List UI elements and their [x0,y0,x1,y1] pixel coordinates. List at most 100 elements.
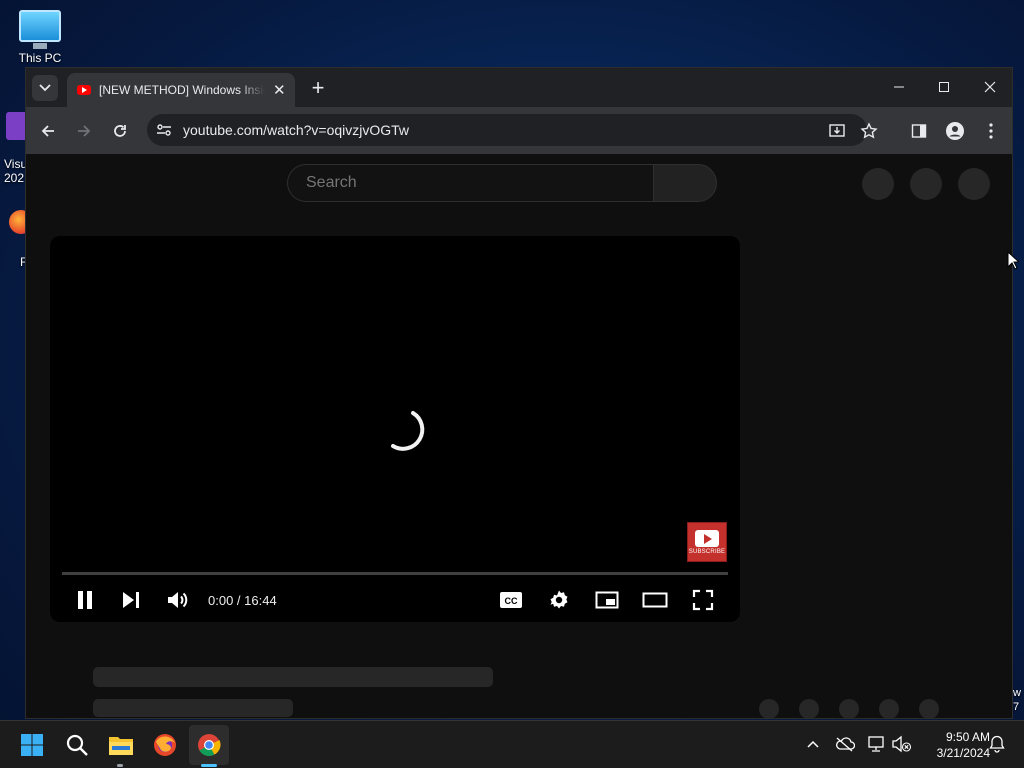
firefox-button[interactable] [145,725,185,765]
network-icon [868,736,884,752]
avatar-placeholder [958,168,990,200]
minimize-button[interactable] [884,76,914,98]
side-panel-button[interactable] [907,119,931,143]
chevron-up-icon [807,740,819,748]
clock-time: 9:50 AM [945,730,990,744]
bookmark-button[interactable] [857,119,881,143]
search-icon [66,734,88,756]
network-button[interactable] [866,733,888,755]
arrow-right-icon [78,125,91,137]
pause-icon [78,591,92,609]
miniplayer-button[interactable] [593,586,621,614]
subscribe-watermark[interactable]: SUBSCRIBE [687,522,727,562]
youtube-favicon-icon [77,85,91,95]
channel-placeholder [93,699,293,717]
close-icon [984,81,996,93]
time-display: 0:00 / 16:44 [208,593,277,608]
header-placeholder-icon [910,168,942,200]
captions-icon: CC [500,592,522,608]
new-tab-button[interactable]: + [306,76,330,100]
chrome-menu-button[interactable] [979,119,1003,143]
volume-button[interactable] [164,586,192,614]
clock-date: 3/21/2024 [936,746,990,760]
tab-strip: [NEW METHOD] Windows Insid ✕ + [26,68,1012,107]
windows-logo-icon [21,734,43,756]
chrome-taskbar-button[interactable] [189,725,229,765]
action-placeholder-icon [759,699,779,718]
miniplayer-icon [595,591,619,609]
forward-button[interactable] [72,119,96,143]
loading-spinner-icon [391,411,425,451]
back-button[interactable] [36,119,60,143]
maximize-icon [939,82,949,92]
file-explorer-button[interactable] [101,725,141,765]
theater-mode-button[interactable] [641,586,669,614]
fullscreen-icon [692,589,714,611]
tab-search-button[interactable] [32,75,58,101]
bell-icon [989,735,1005,753]
show-hidden-icons-button[interactable] [802,733,824,755]
search-taskbar-button[interactable] [57,725,97,765]
action-placeholder-icon [839,699,859,718]
captions-button[interactable]: CC [497,586,525,614]
notifications-button[interactable] [986,733,1008,755]
search-button[interactable] [653,164,717,202]
tab-title: [NEW METHOD] Windows Insid [99,83,265,97]
desktop-edge-text: w 7 [1013,687,1021,713]
skip-next-icon [123,592,139,608]
start-button[interactable] [12,725,52,765]
title-placeholder [93,667,493,687]
speaker-muted-icon [892,735,912,753]
chevron-down-icon [39,84,51,92]
youtube-page: SUBSCRIBE 0:00 / 16:44 CC [26,154,1012,718]
url-text: youtube.com/watch?v=oqivzjvOGTw [183,122,410,138]
address-bar[interactable]: youtube.com/watch?v=oqivzjvOGTw [147,114,867,146]
maximize-button[interactable] [929,76,959,98]
gear-icon [550,590,568,609]
install-icon [829,124,845,137]
tab-close-button[interactable]: ✕ [273,81,286,99]
star-icon [860,122,878,139]
theater-mode-icon [642,592,668,608]
folder-icon [109,737,133,755]
desktop-icon-label: Visu 202 [4,157,28,185]
action-placeholder-icon [879,699,899,718]
firefox-icon [154,734,176,756]
profile-button[interactable] [943,119,967,143]
taskbar: 9:50 AM 3/21/2024 [0,720,1024,768]
running-indicator [117,764,123,767]
tab-youtube[interactable]: [NEW METHOD] Windows Insid ✕ [67,73,295,107]
close-window-button[interactable] [975,76,1005,98]
volume-tray-button[interactable] [891,733,913,755]
svg-text:CC: CC [505,596,518,606]
desktop-icon-label: This PC [18,51,62,65]
settings-button[interactable] [545,586,573,614]
clock[interactable]: 9:50 AM 3/21/2024 [918,729,990,761]
onedrive-button[interactable] [834,733,856,755]
next-button[interactable] [117,586,145,614]
browser-toolbar: youtube.com/watch?v=oqivzjvOGTw [26,107,1012,154]
search-input[interactable] [304,173,628,193]
action-placeholder-icon [799,699,819,718]
mouse-cursor-icon [1007,251,1019,270]
more-vertical-icon [989,123,993,139]
youtube-search-box[interactable] [287,164,653,202]
progress-bar[interactable] [62,572,728,575]
install-app-button[interactable] [825,119,849,143]
play-logo-icon [695,529,719,547]
video-player[interactable]: SUBSCRIBE 0:00 / 16:44 CC [50,236,740,622]
chrome-window: [NEW METHOD] Windows Insid ✕ + youtube.c… [25,67,1013,719]
reload-icon [114,125,126,137]
header-placeholder-icon [862,168,894,200]
active-indicator [201,764,217,767]
subscribe-label: SUBSCRIBE [688,548,726,555]
minimize-icon [894,86,904,88]
monitor-icon [19,10,61,42]
profile-icon [946,122,964,140]
reload-button[interactable] [108,119,132,143]
action-placeholder-icon [919,699,939,718]
site-settings-icon[interactable] [155,121,173,139]
pause-button[interactable] [71,586,99,614]
desktop-icon-this-pc[interactable]: This PC [14,10,66,65]
fullscreen-button[interactable] [689,586,717,614]
